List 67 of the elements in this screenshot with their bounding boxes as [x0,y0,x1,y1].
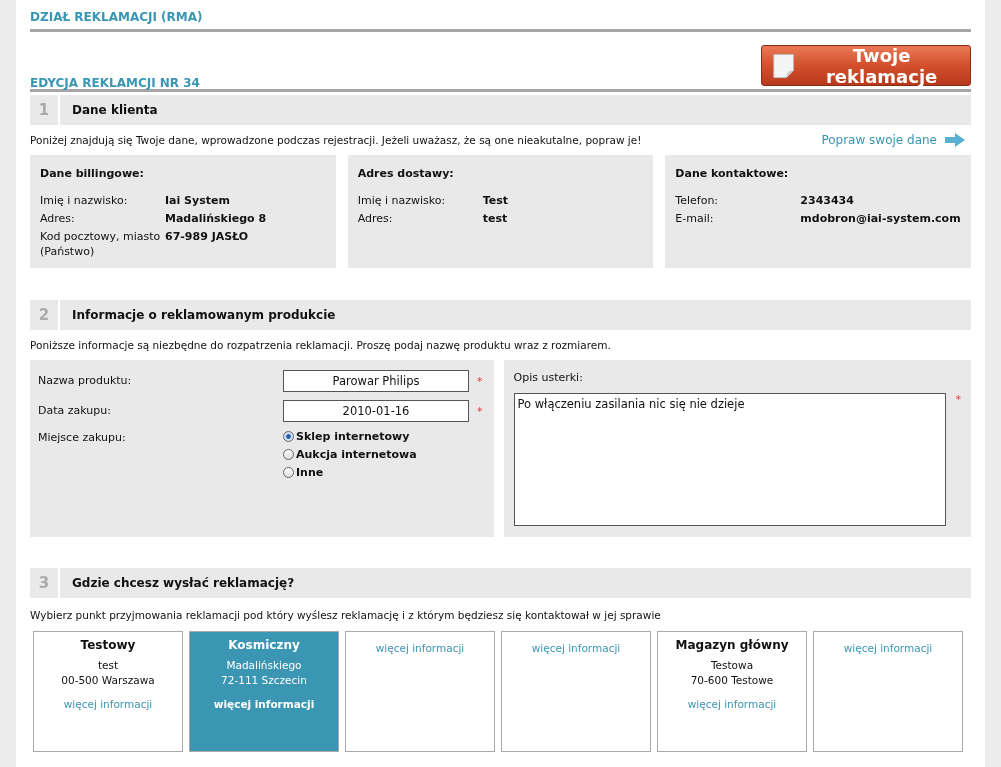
field-value: 67-989 JASŁO [165,229,250,245]
arrow-right-icon [945,133,965,147]
field-label: Nazwa produktu: [38,373,133,389]
field-label: Opis usterki: [513,370,584,385]
field-label: Miejsce zakupu: [38,430,127,446]
field-value: Madalińskiego 8 [165,211,268,226]
section-number: 3 [30,568,60,598]
field-label: Imię i nazwisko: [357,193,447,208]
radio-button[interactable] [283,449,294,460]
intro-text: Wybierz punkt przyjmowania reklamacji pod który wyślesz reklamację i z którym będziesz się kontaktował w jej sprawie [30,608,661,621]
intro-text: Poniżej znajdują się Twoje dane, wprowadzone podczas rejestracji. Jeżeli uważasz, że są one nieakutalne, popraw je! [30,134,642,146]
point-name: Kosmiczny [227,638,301,652]
point-address: Testowa [709,658,755,673]
field-label: Kod pocztowy, miasto (Państwo) [40,229,162,259]
service-point-card[interactable]: Kosmiczny Madalińskiego 72-111 Szczecin więcej informacji [189,631,339,752]
service-point-card[interactable]: więcej informacji [501,631,651,752]
radio-option[interactable]: Aukcja internetowa [283,448,486,461]
description-field[interactable]: Po włączeniu zasilania nic się nie dzieje [513,393,946,526]
point-address: 70-600 Testowe [689,673,775,688]
page-title: DZIAŁ REKLAMACJI (RMA) [30,0,971,32]
radio-option[interactable]: Inne [283,466,486,479]
required-mark: * [477,404,483,418]
field-label: Telefon: [675,193,720,208]
service-point-card[interactable]: więcej informacji [345,631,495,752]
input-field[interactable]: 2010-01-16 [283,400,469,422]
required-mark: * [477,374,483,388]
field-value: 2343434 [800,193,855,208]
field-value: Iai System [165,193,231,208]
point-name: Testowy [79,638,137,652]
section-title: Dane klienta [71,103,158,117]
intro-text: Poniższe informacje są niezbędne do rozpatrzenia reklamacji. Proszę podaj nazwę produktu wraz z rozmiarem. [30,339,611,351]
section-title: Informacje o reklamowanym produkcie [71,308,336,322]
service-point-card[interactable]: Magazyn główny Testowa 70-600 Testowe więcej informacji [657,631,807,752]
field-label: E-mail: [675,211,715,226]
radio-option[interactable]: Sklep internetowy [283,430,486,443]
point-address: Madalińskiego [225,658,303,673]
field-label: Adres: [40,211,76,226]
more-info-link[interactable]: więcej informacji [843,642,933,654]
more-info-link[interactable]: więcej informacji [375,642,465,654]
more-info-link[interactable]: więcej informacji [213,698,315,710]
point-address: test [96,658,120,673]
point-name: Magazyn główny [674,638,790,652]
more-info-link[interactable]: więcej informacji [531,642,621,654]
field-value: Test [482,193,509,208]
section-number: 2 [30,300,60,330]
service-point-card[interactable]: więcej informacji [813,631,963,752]
more-info-link[interactable]: więcej informacji [63,698,153,710]
radio-button[interactable] [283,431,294,442]
field-label: Data zakupu: [38,403,112,419]
panel-title: Dane kontaktowe: [675,167,790,180]
point-address: 72-111 Szczecin [220,673,308,688]
my-complaints-button[interactable]: Twoje reklamacje [761,45,971,86]
point-address: 00-500 Warszawa [60,673,156,688]
input-field[interactable]: Parowar Philips [283,370,469,392]
field-value: test [482,211,509,226]
field-value: mdobron@iai-system.com [800,211,961,226]
panel-title: Adres dostawy: [357,167,455,180]
panel-title: Dane billingowe: [40,167,145,180]
field-label: Adres: [357,211,394,226]
radio-button[interactable] [283,467,294,478]
edit-data-link[interactable]: Popraw swoje dane [821,133,965,147]
required-mark: * [955,393,961,406]
section-number: 1 [30,95,60,125]
more-info-link[interactable]: więcej informacji [687,698,777,710]
section-title: Gdzie chcesz wysłać reklamację? [71,576,295,590]
field-label: Imię i nazwisko: [40,193,129,208]
service-point-card[interactable]: Testowy test 00-500 Warszawa więcej informacji [33,631,183,752]
